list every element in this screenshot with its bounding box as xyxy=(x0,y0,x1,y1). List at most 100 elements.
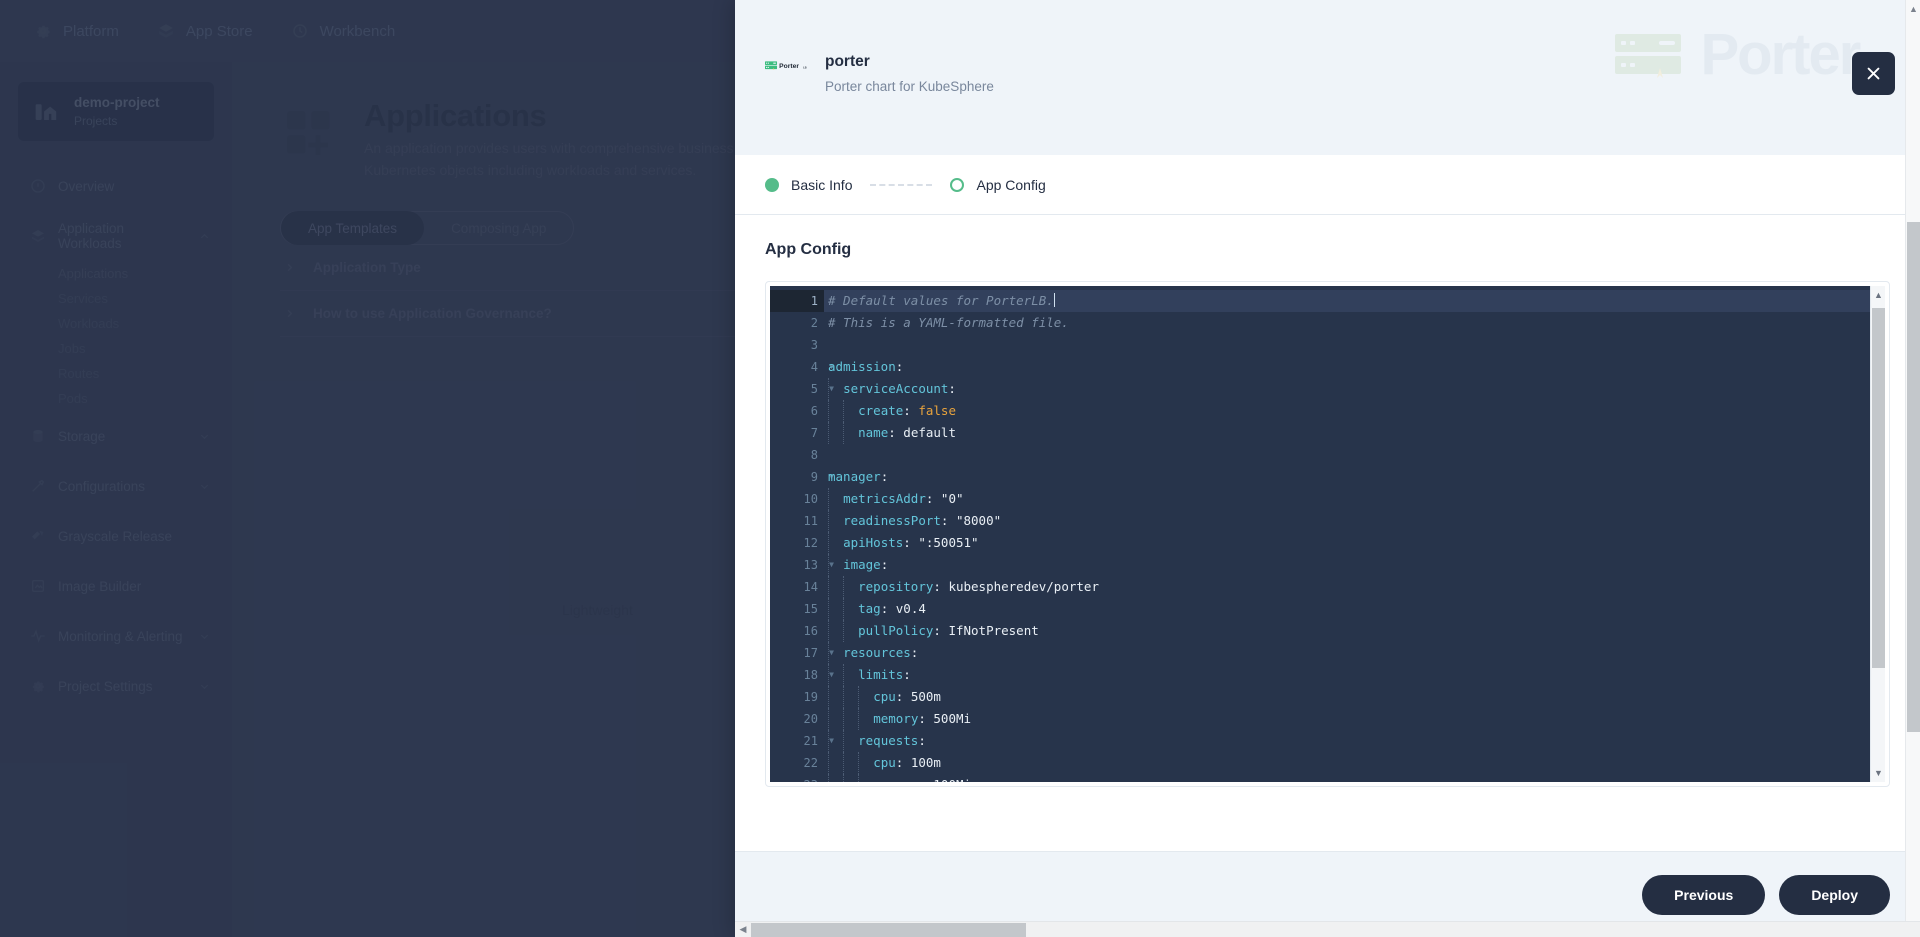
editor-code-line: apiHosts: ":50051" xyxy=(824,532,1885,554)
editor-line-number: 3 xyxy=(810,338,818,352)
svg-text:LB: LB xyxy=(803,66,807,69)
editor-code-area[interactable]: # Default values for PorterLB. # This is … xyxy=(824,286,1885,782)
code-token: default xyxy=(903,425,956,440)
code-token: requests xyxy=(858,733,919,748)
editor-line-number: 1▼ xyxy=(770,290,834,312)
previous-button[interactable]: Previous xyxy=(1642,874,1766,915)
editor-line-number: 8 xyxy=(810,448,818,462)
code-token: : xyxy=(903,667,911,682)
code-token: create xyxy=(858,403,904,418)
code-token: : xyxy=(940,513,956,528)
code-token: : xyxy=(903,535,919,550)
indent-guide xyxy=(828,488,844,510)
code-token: : xyxy=(933,623,949,638)
editor-line-number: 15 xyxy=(803,602,818,616)
editor-gutter: 1▼234▼5▼6789▼10111213▼14151617▼18▼192021… xyxy=(770,286,834,782)
indent-guide xyxy=(843,422,859,444)
scroll-up-arrow-icon[interactable]: ▲ xyxy=(1871,288,1886,302)
code-token: : xyxy=(948,381,956,396)
code-token: : xyxy=(880,601,896,616)
indent-guide xyxy=(858,686,874,708)
scrollbar-thumb[interactable] xyxy=(751,923,1026,937)
code-token: : xyxy=(925,491,941,506)
code-token: 100Mi xyxy=(933,777,971,782)
code-token: v0.4 xyxy=(895,601,926,616)
yaml-editor[interactable]: 1▼234▼5▼6789▼10111213▼14151617▼18▼192021… xyxy=(770,286,1885,782)
modal-body: App Config 1▼234▼5▼6789▼10111213▼1415161… xyxy=(735,215,1920,851)
code-token: memory xyxy=(873,711,919,726)
indent-guide xyxy=(843,686,859,708)
indent-guide xyxy=(828,774,844,782)
editor-line-number: 11 xyxy=(803,514,818,528)
code-token: # Default values for PorterLB. xyxy=(828,293,1054,308)
indent-guide xyxy=(843,708,859,730)
deploy-app-modal: Porter LB Porter LB porter Porter chart … xyxy=(735,0,1920,937)
step-app-config[interactable]: App Config xyxy=(950,176,1046,193)
code-token: : xyxy=(888,425,904,440)
indent-guide xyxy=(843,774,859,782)
modal-vertical-scrollbar[interactable]: ▲ ▼ xyxy=(1905,0,1920,937)
editor-code-line: pullPolicy: IfNotPresent xyxy=(824,620,1885,642)
editor-code-line: name: default xyxy=(824,422,1885,444)
close-button[interactable] xyxy=(1852,52,1895,95)
editor-line-number: 4 ▼ xyxy=(770,356,834,378)
code-token: readinessPort xyxy=(843,513,941,528)
text-cursor xyxy=(1053,293,1055,307)
indent-guide xyxy=(828,708,844,730)
modal-header: Porter LB Porter LB porter Porter chart … xyxy=(735,0,1920,155)
porter-logo-icon: Porter LB xyxy=(765,61,807,70)
code-token: image xyxy=(843,557,881,572)
code-token: : xyxy=(933,579,949,594)
code-token: "8000" xyxy=(955,513,1002,528)
scrollbar-thumb[interactable] xyxy=(1907,222,1920,732)
code-token: cpu xyxy=(873,755,896,770)
editor-code-line: limits: xyxy=(824,664,1885,686)
scroll-up-arrow-icon[interactable]: ▲ xyxy=(1906,2,1920,16)
editor-code-line: metricsAddr: "0" xyxy=(824,488,1885,510)
code-token: name xyxy=(858,425,889,440)
editor-code-line xyxy=(824,444,1885,466)
indent-guide xyxy=(843,598,859,620)
editor-line-number: 2 xyxy=(810,316,818,330)
code-token: serviceAccount xyxy=(843,381,949,396)
editor-code-line: requests: xyxy=(824,730,1885,752)
indent-guide xyxy=(843,576,859,598)
code-token: repository xyxy=(858,579,934,594)
editor-code-line: image: xyxy=(824,554,1885,576)
deploy-button[interactable]: Deploy xyxy=(1779,874,1890,915)
code-token: # This is a YAML-formatted file. xyxy=(828,315,1069,330)
indent-guide xyxy=(828,554,844,576)
editor-code-line: create: false xyxy=(824,400,1885,422)
code-token: IfNotPresent xyxy=(948,623,1039,638)
step-status-dot xyxy=(950,177,965,192)
indent-guide xyxy=(828,576,844,598)
code-token: tag xyxy=(858,601,881,616)
code-token: 100m xyxy=(910,755,941,770)
editor-line-number: 10 xyxy=(803,492,818,506)
scroll-left-arrow-icon[interactable]: ◀ xyxy=(735,924,751,935)
yaml-editor-container[interactable]: 1▼234▼5▼6789▼10111213▼14151617▼18▼192021… xyxy=(765,281,1890,787)
step-label: App Config xyxy=(976,176,1046,193)
editor-code-line: cpu: 100m xyxy=(824,752,1885,774)
scroll-down-arrow-icon[interactable]: ▼ xyxy=(1871,766,1886,780)
editor-line-number: 7 xyxy=(810,426,818,440)
indent-guide xyxy=(828,532,844,554)
indent-guide xyxy=(828,752,844,774)
wizard-steps: Basic Info App Config xyxy=(735,155,1920,215)
code-token: : xyxy=(895,689,911,704)
editor-code-line: cpu: 500m xyxy=(824,686,1885,708)
editor-line-number: 21 ▼ xyxy=(770,730,834,752)
code-token: false xyxy=(918,403,956,418)
editor-vertical-scrollbar[interactable]: ▲ ▼ xyxy=(1870,286,1885,782)
code-token: : xyxy=(918,733,926,748)
indent-guide xyxy=(828,642,844,664)
horizontal-scrollbar[interactable]: ◀ xyxy=(735,921,1920,937)
editor-line-number: 16 xyxy=(803,624,818,638)
indent-guide xyxy=(828,510,844,532)
indent-guide xyxy=(828,686,844,708)
code-token: memory xyxy=(873,777,918,782)
scrollbar-thumb[interactable] xyxy=(1872,308,1885,668)
indent-guide xyxy=(828,598,844,620)
step-basic-info[interactable]: Basic Info xyxy=(765,177,852,193)
code-token: 500m xyxy=(910,689,941,704)
